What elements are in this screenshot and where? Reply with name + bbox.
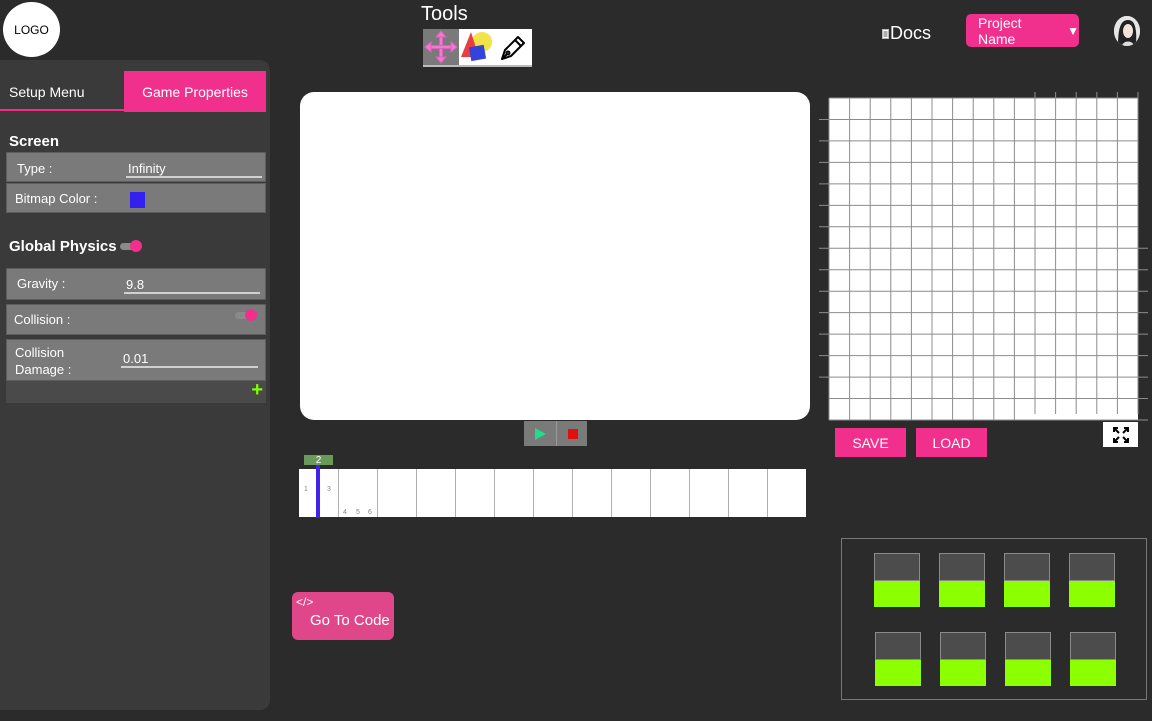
tab-game-properties[interactable]: Game Properties <box>124 71 266 112</box>
user-photo-icon <box>1114 16 1140 46</box>
expand-button[interactable] <box>1103 422 1138 447</box>
game-stage-canvas[interactable] <box>300 92 810 420</box>
frame-number: 3 <box>327 486 331 493</box>
sprite-slot[interactable] <box>1070 632 1116 686</box>
timeline-divider <box>455 469 456 517</box>
bitmap-color-label: Bitmap Color : <box>15 191 98 206</box>
timeline-divider <box>572 469 573 517</box>
timeline-divider <box>611 469 612 517</box>
chevron-down-icon: ▼ <box>1067 23 1079 38</box>
move-tool-button[interactable] <box>423 29 459 65</box>
play-icon <box>534 427 546 440</box>
gravity-row: Gravity : 9.8 <box>6 268 266 300</box>
shapes-tool-button[interactable] <box>459 29 495 65</box>
timeline-playhead[interactable] <box>316 465 320 518</box>
logo[interactable]: LOGO <box>3 2 60 57</box>
expand-icon <box>1112 426 1129 443</box>
frame-number: 6 <box>368 509 372 516</box>
sprite-slot[interactable] <box>1069 553 1115 607</box>
docs-link[interactable]: Docs <box>882 23 931 44</box>
current-frame-marker[interactable]: 2 <box>304 455 333 466</box>
frame-number: 5 <box>356 509 360 516</box>
sprite-slot[interactable] <box>1005 632 1051 686</box>
code-icon: </> <box>296 595 314 609</box>
pen-icon <box>501 36 525 60</box>
pen-tool-button[interactable] <box>495 29 531 65</box>
play-button[interactable] <box>524 421 555 446</box>
project-dropdown[interactable]: Project Name ▼ <box>966 14 1079 47</box>
add-icon[interactable]: + <box>251 379 263 402</box>
collision-toggle[interactable] <box>235 309 257 321</box>
load-button[interactable]: LOAD <box>916 428 987 457</box>
screen-section-title: Screen <box>9 133 60 150</box>
sprite-slot[interactable] <box>1004 553 1050 607</box>
gravity-label: Gravity : <box>17 276 66 291</box>
bitmap-color-row: Bitmap Color : <box>6 183 266 213</box>
timeline-divider <box>377 469 378 517</box>
logo-text: LOGO <box>14 22 49 37</box>
save-button[interactable]: SAVE <box>835 428 906 457</box>
collision-damage-row: Collision Damage : 0.01 <box>6 339 266 381</box>
docs-label: Docs <box>890 23 932 43</box>
stop-icon <box>567 428 578 439</box>
add-property-row: + <box>6 379 266 403</box>
timeline-divider <box>767 469 768 517</box>
global-physics-title: Global Physics <box>9 238 117 255</box>
type-row: Type : Infinity <box>6 152 266 182</box>
avatar[interactable] <box>1114 16 1140 46</box>
sprite-slots-panel <box>841 538 1147 700</box>
stop-button[interactable] <box>556 421 588 446</box>
timeline-divider <box>650 469 651 517</box>
document-icon <box>882 28 889 39</box>
tile-grid[interactable] <box>818 92 1152 422</box>
type-label: Type : <box>17 161 53 176</box>
frame-number: 4 <box>343 509 347 516</box>
timeline[interactable]: 1 3 4 5 6 <box>299 469 806 517</box>
sprite-slot[interactable] <box>939 553 985 607</box>
tab-setup-menu[interactable]: Setup Menu <box>0 71 124 111</box>
timeline-divider <box>494 469 495 517</box>
global-physics-toggle[interactable] <box>120 240 142 252</box>
collision-damage-label-line1: Collision <box>15 345 65 360</box>
go-to-code-label: Go To Code <box>310 612 390 629</box>
go-to-code-button[interactable]: </> Go To Code <box>292 592 394 640</box>
frame-number: 1 <box>304 486 308 493</box>
collision-damage-input[interactable]: 0.01 <box>121 351 258 368</box>
collision-label: Collision : <box>14 312 71 327</box>
shapes-icon <box>461 32 492 62</box>
toolbar <box>423 29 532 67</box>
type-input[interactable]: Infinity <box>126 161 262 178</box>
collision-damage-label-line2: Damage : <box>15 362 72 377</box>
collision-row: Collision : <box>6 304 266 335</box>
bitmap-color-swatch[interactable] <box>130 192 145 208</box>
timeline-divider <box>416 469 417 517</box>
tools-label: Tools <box>421 3 468 25</box>
timeline-divider <box>689 469 690 517</box>
sprite-slot[interactable] <box>940 632 986 686</box>
timeline-divider <box>533 469 534 517</box>
timeline-divider <box>338 469 339 517</box>
project-name: Project Name <box>978 14 1022 47</box>
sprite-slot[interactable] <box>875 632 921 686</box>
move-arrows-icon <box>424 30 458 64</box>
sprite-slot[interactable] <box>874 553 920 607</box>
playback-controls <box>524 421 587 446</box>
timeline-divider <box>728 469 729 517</box>
gravity-input[interactable]: 9.8 <box>124 277 260 294</box>
